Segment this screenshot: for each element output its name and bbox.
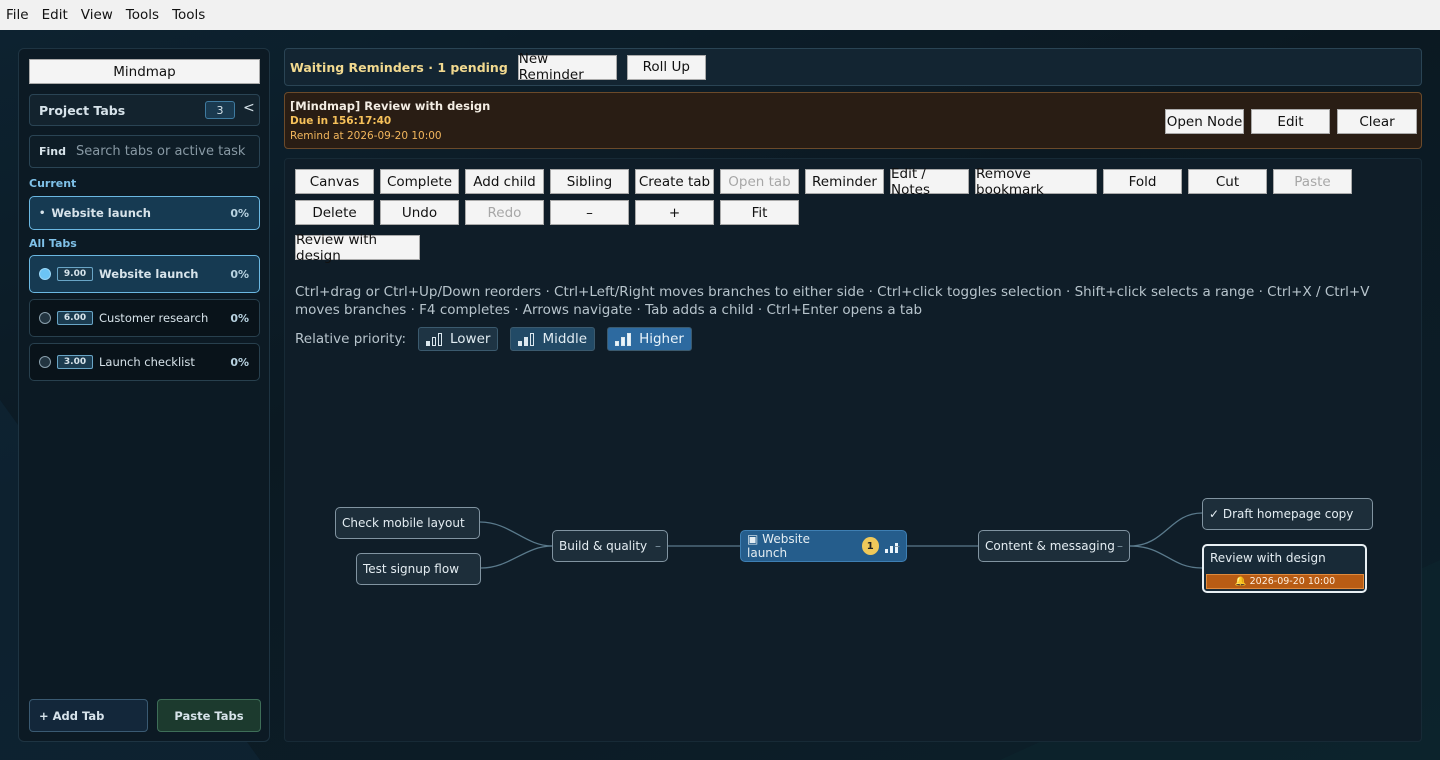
node-website-launch-root[interactable]: ▣ Website launch 1 – bbox=[740, 530, 907, 562]
reminder-due: Due in 156:17:40 bbox=[290, 115, 392, 127]
project-tabs-title: Project Tabs bbox=[39, 102, 126, 118]
all-tabs-section-label: All Tabs bbox=[29, 237, 77, 250]
node-reminder-text: 🔔 2026-09-20 10:00 bbox=[1234, 576, 1336, 587]
paste-tabs-button[interactable]: Paste Tabs bbox=[157, 699, 261, 732]
link-content-review bbox=[1129, 545, 1203, 569]
find-label: Find bbox=[39, 145, 66, 158]
tab-item-website-launch[interactable]: 9.00 Website launch 0% bbox=[29, 255, 260, 293]
roll-up-button[interactable]: Roll Up bbox=[626, 54, 706, 80]
fold-toggle[interactable]: – bbox=[655, 539, 661, 553]
menu-edit[interactable]: Edit bbox=[42, 7, 68, 23]
link-build-signup bbox=[480, 545, 553, 569]
menu-tools-2[interactable]: Tools bbox=[172, 7, 205, 23]
bullet-icon: • bbox=[39, 207, 46, 219]
tab-radio[interactable] bbox=[39, 268, 51, 280]
tab-progress: 0% bbox=[230, 267, 249, 281]
collapse-sidebar-button[interactable]: < bbox=[243, 100, 255, 116]
node-build-quality[interactable]: Build & quality – bbox=[552, 530, 668, 562]
edit-reminder-button[interactable]: Edit bbox=[1251, 109, 1330, 134]
open-node-button[interactable]: Open Node bbox=[1165, 109, 1244, 134]
node-label: Test signup flow bbox=[363, 562, 460, 576]
node-check-mobile-layout[interactable]: Check mobile layout bbox=[335, 507, 480, 539]
reminders-bar: Waiting Reminders · 1 pending New Remind… bbox=[284, 48, 1422, 86]
fold-toggle[interactable]: – bbox=[894, 539, 900, 553]
link-build-mobile bbox=[479, 521, 553, 547]
current-section-label: Current bbox=[29, 177, 77, 190]
node-reminder-strip: 🔔 2026-09-20 10:00 bbox=[1206, 574, 1364, 589]
project-tabs-header[interactable]: Project Tabs 3 < bbox=[29, 94, 260, 126]
menu-tools[interactable]: Tools bbox=[126, 7, 159, 23]
node-label: Check mobile layout bbox=[342, 516, 465, 530]
reminder-card: [Mindmap] Review with design Due in 156:… bbox=[284, 92, 1422, 149]
priority-badge: 9.00 bbox=[57, 267, 93, 281]
mindmap-button[interactable]: Mindmap bbox=[29, 59, 260, 84]
node-draft-homepage-copy[interactable]: ✓ Draft homepage copy bbox=[1202, 498, 1373, 530]
clear-reminder-button[interactable]: Clear bbox=[1337, 109, 1417, 134]
node-label: Review with design bbox=[1210, 551, 1326, 565]
menu-file[interactable]: File bbox=[6, 7, 29, 23]
tab-progress: 0% bbox=[230, 311, 249, 325]
reminder-title: [Mindmap] Review with design bbox=[290, 99, 491, 113]
reminders-title: Waiting Reminders · 1 pending bbox=[290, 59, 508, 75]
tab-label: Customer research bbox=[99, 311, 209, 325]
find-field: Find bbox=[29, 135, 260, 168]
reminder-count-badge: 1 bbox=[861, 537, 879, 555]
tab-item-customer-research[interactable]: 6.00 Customer research 0% bbox=[29, 299, 260, 337]
current-tab-progress: 0% bbox=[230, 206, 249, 220]
node-label: Content & messaging bbox=[985, 539, 1115, 553]
tab-radio[interactable] bbox=[39, 312, 51, 324]
tab-radio[interactable] bbox=[39, 356, 51, 368]
menu-view[interactable]: View bbox=[81, 7, 113, 23]
search-input[interactable] bbox=[76, 144, 256, 159]
current-tab-label: Website launch bbox=[51, 206, 151, 220]
mindmap-canvas[interactable]: Canvas Complete Add child Sibling Create… bbox=[284, 158, 1422, 742]
priority-badge: 6.00 bbox=[57, 311, 93, 325]
sidebar: Mindmap Project Tabs 3 < Find Current • … bbox=[18, 48, 270, 742]
tab-label: Launch checklist bbox=[99, 355, 195, 369]
project-count-badge: 3 bbox=[205, 101, 235, 119]
priority-badge: 3.00 bbox=[57, 355, 93, 369]
link-content-draft bbox=[1129, 512, 1203, 547]
add-tab-button[interactable]: + Add Tab bbox=[29, 699, 148, 732]
node-label: Build & quality bbox=[559, 539, 648, 553]
reminder-time: Remind at 2026-09-20 10:00 bbox=[290, 130, 442, 142]
node-test-signup-flow[interactable]: Test signup flow bbox=[356, 553, 481, 585]
tab-item-launch-checklist[interactable]: 3.00 Launch checklist 0% bbox=[29, 343, 260, 381]
node-label: ▣ Website launch bbox=[747, 532, 810, 560]
new-reminder-button[interactable]: New Reminder bbox=[517, 51, 617, 83]
menubar: File Edit View Tools Tools bbox=[0, 0, 1440, 30]
current-tab-item[interactable]: • Website launch 0% bbox=[29, 196, 260, 230]
fold-toggle[interactable]: – bbox=[1117, 539, 1123, 553]
node-review-with-design[interactable]: Review with design 🔔 2026-09-20 10:00 bbox=[1202, 544, 1367, 593]
node-content-messaging[interactable]: Content & messaging – bbox=[978, 530, 1130, 562]
mindmap-links bbox=[479, 512, 1203, 569]
tab-progress: 0% bbox=[230, 355, 249, 369]
tab-label: Website launch bbox=[99, 267, 199, 281]
node-label: ✓ Draft homepage copy bbox=[1209, 507, 1354, 521]
